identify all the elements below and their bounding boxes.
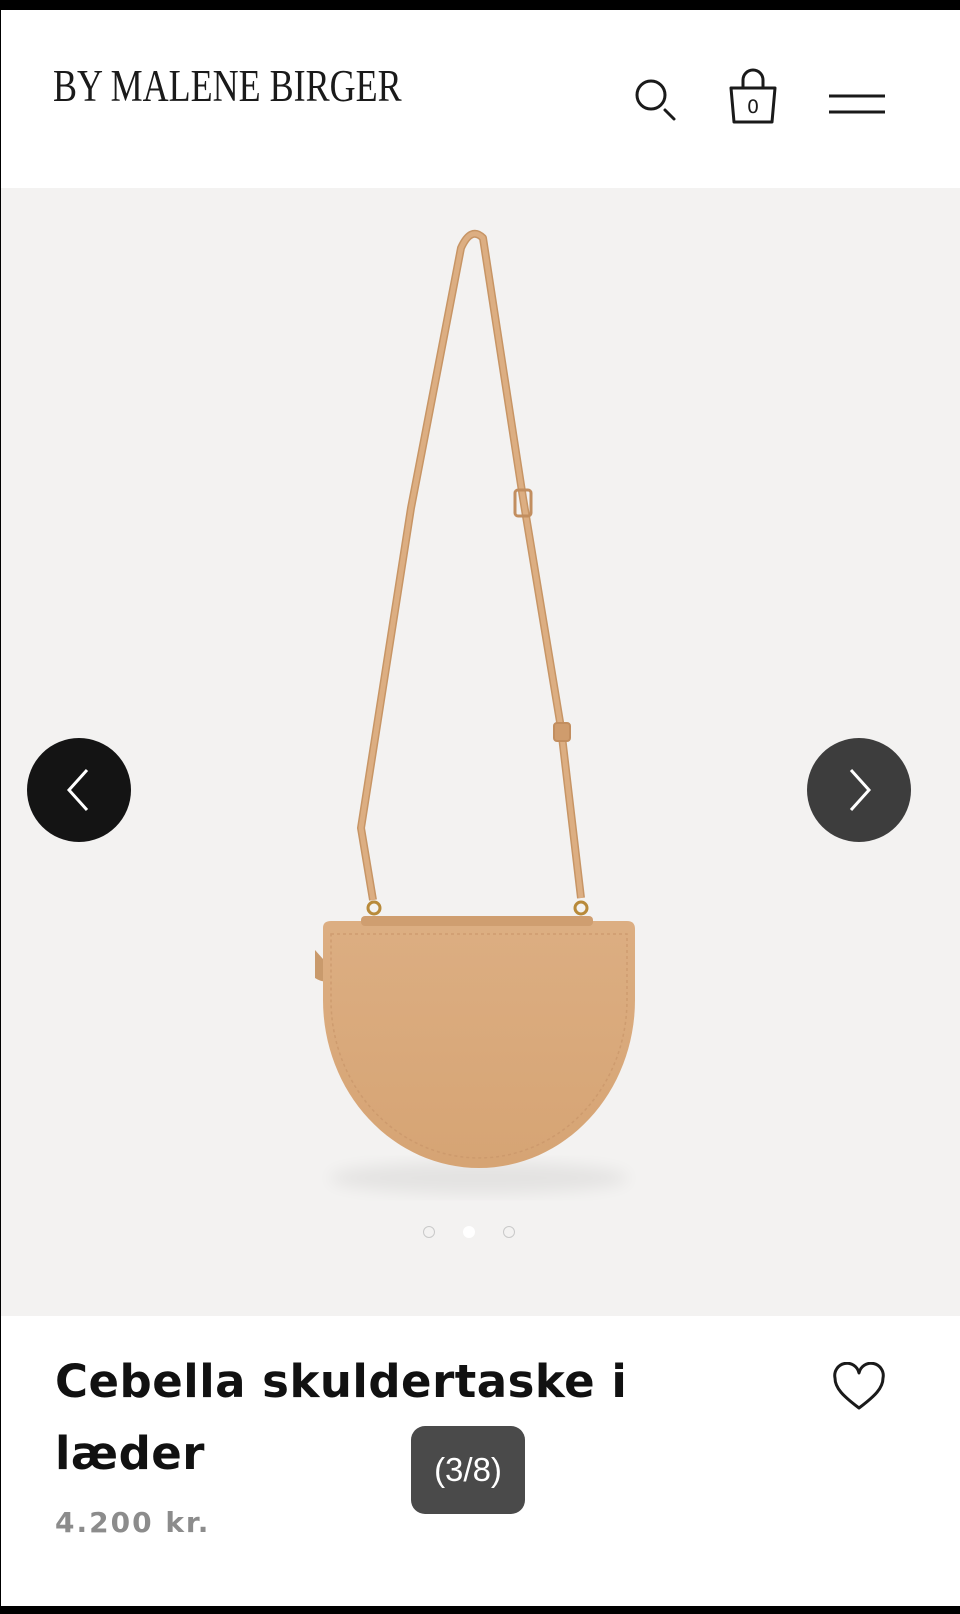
product-title: Cebella skuldertaske i læder (55, 1355, 628, 1480)
chevron-right-icon (849, 768, 872, 812)
pagination-dot[interactable] (503, 1226, 515, 1238)
heart-icon[interactable] (831, 1362, 887, 1414)
site-header: BY MALENE BIRGER 0 (1, 10, 960, 188)
search-icon[interactable] (629, 72, 683, 126)
product-price: 4.200 kr. (55, 1506, 211, 1539)
chevron-left-icon (66, 768, 89, 812)
image-counter: (3/8) (411, 1426, 525, 1514)
brand-logo[interactable]: BY MALENE BIRGER (53, 60, 402, 112)
next-image-button[interactable] (807, 738, 911, 842)
pagination-dot[interactable] (423, 1226, 435, 1238)
cart-count: 0 (746, 96, 760, 118)
product-gallery[interactable] (1, 188, 960, 1316)
phone-screen: BY MALENE BIRGER 0 Cebella skuldertaske … (1, 10, 960, 1606)
pagination-dot-active[interactable] (463, 1226, 475, 1238)
gallery-pagination (417, 1226, 527, 1246)
previous-image-button[interactable] (27, 738, 131, 842)
menu-icon[interactable] (827, 90, 889, 122)
